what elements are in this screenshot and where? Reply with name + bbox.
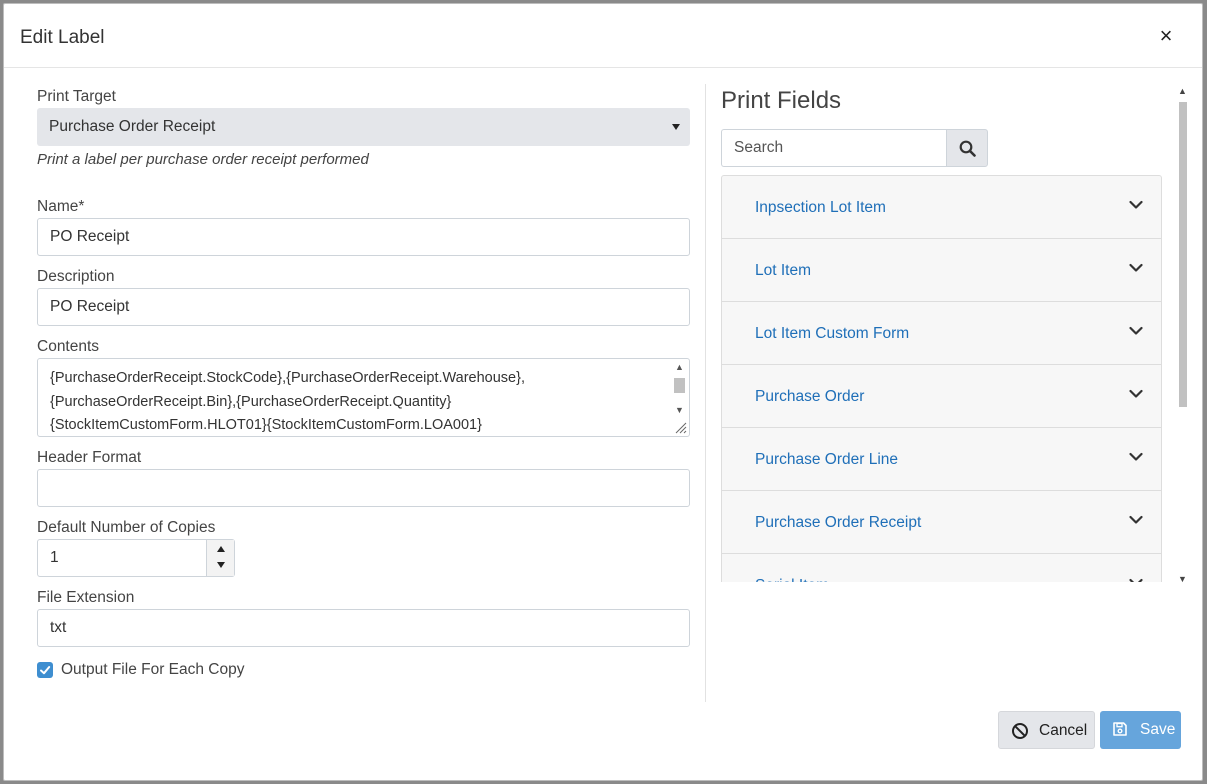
decrement-icon[interactable] — [217, 562, 225, 568]
scroll-up-icon[interactable]: ▲ — [674, 362, 685, 373]
description-label: Description — [37, 268, 115, 285]
contents-label: Contents — [37, 338, 100, 355]
contents-text: {PurchaseOrderReceipt.StockCode},{Purcha… — [50, 367, 667, 436]
print-target-select[interactable]: Purchase Order Receipt — [37, 108, 690, 146]
print-target-value: Purchase Order Receipt — [49, 118, 216, 135]
checkmark-icon — [40, 666, 51, 675]
scroll-thumb[interactable] — [674, 378, 685, 393]
header-format-input[interactable] — [37, 469, 690, 507]
print-field-group[interactable]: Inpsection Lot Item — [721, 175, 1162, 238]
scroll-up-icon[interactable]: ▲ — [1178, 86, 1187, 96]
copies-stepper[interactable]: 1 — [37, 539, 235, 577]
chevron-down-icon[interactable] — [1129, 452, 1143, 462]
print-field-group-label[interactable]: Purchase Order Receipt — [755, 514, 921, 532]
cancel-button[interactable]: Cancel — [998, 711, 1095, 749]
contents-scrollbar[interactable]: ▲ ▼ — [671, 360, 688, 422]
save-label: Save — [1140, 721, 1176, 738]
print-field-group[interactable]: Purchase Order — [721, 364, 1162, 427]
save-button[interactable]: Save — [1100, 711, 1181, 749]
contents-line: {PurchaseOrderReceipt.Bin},{PurchaseOrde… — [50, 393, 452, 410]
file-extension-label: File Extension — [37, 589, 135, 606]
print-fields-title: Print Fields — [721, 87, 842, 114]
cancel-label: Cancel — [1039, 722, 1088, 739]
chevron-down-icon[interactable] — [1129, 263, 1143, 273]
increment-icon[interactable] — [217, 546, 225, 552]
dialog-header: Edit Label × — [4, 4, 1202, 68]
print-field-group-label[interactable]: Lot Item Custom Form — [755, 325, 909, 343]
resize-handle-icon[interactable] — [675, 422, 687, 434]
file-extension-input[interactable] — [37, 609, 690, 647]
scroll-thumb[interactable] — [1179, 102, 1187, 407]
edit-label-dialog: Edit Label × Print Target Purchase Order… — [3, 3, 1203, 781]
print-fields-scrollbar[interactable]: ▲ ▼ — [1177, 86, 1189, 584]
scroll-down-icon[interactable]: ▼ — [1178, 574, 1187, 584]
contents-textarea[interactable]: {PurchaseOrderReceipt.StockCode},{Purcha… — [37, 358, 690, 437]
copies-value: 1 — [50, 549, 59, 566]
print-field-group[interactable]: Lot Item Custom Form — [721, 301, 1162, 364]
output-each-copy-checkbox[interactable] — [37, 662, 53, 678]
floppy-disk-icon — [1113, 722, 1127, 736]
print-field-group[interactable]: Purchase Order Receipt — [721, 490, 1162, 553]
column-divider — [705, 84, 706, 702]
search-button[interactable] — [946, 129, 988, 167]
chevron-down-icon[interactable] — [1129, 578, 1143, 582]
output-each-copy-label[interactable]: Output File For Each Copy — [61, 661, 245, 679]
scroll-down-icon[interactable]: ▼ — [674, 405, 685, 416]
chevron-down-icon[interactable] — [1129, 326, 1143, 336]
caret-down-icon — [672, 124, 680, 130]
chevron-down-icon[interactable] — [1129, 389, 1143, 399]
contents-line: {StockItemCustomForm.HLOT01}{StockItemCu… — [50, 417, 482, 433]
print-target-hint: Print a label per purchase order receipt… — [37, 151, 369, 168]
print-field-group-label[interactable]: Purchase Order Line — [755, 451, 898, 469]
print-target-label: Print Target — [37, 88, 116, 105]
stepper-buttons — [206, 540, 234, 576]
name-input[interactable] — [37, 218, 690, 256]
print-fields-search-input[interactable] — [721, 129, 947, 167]
description-input[interactable] — [37, 288, 690, 326]
print-field-group[interactable]: Lot Item — [721, 238, 1162, 301]
contents-line: {PurchaseOrderReceipt.StockCode},{Purcha… — [50, 370, 525, 386]
search-icon — [959, 140, 976, 157]
header-format-label: Header Format — [37, 449, 142, 466]
dialog-title: Edit Label — [20, 27, 105, 48]
chevron-down-icon[interactable] — [1129, 515, 1143, 525]
print-field-group[interactable]: Serial Item — [721, 553, 1162, 582]
chevron-down-icon[interactable] — [1129, 200, 1143, 210]
print-field-group[interactable]: Purchase Order Line — [721, 427, 1162, 490]
print-field-group-label[interactable]: Serial Item — [755, 577, 829, 582]
close-icon[interactable]: × — [1154, 24, 1178, 48]
print-fields-accordion: Inpsection Lot Item Lot Item Lot Item Cust… — [721, 175, 1162, 582]
ban-icon — [1012, 723, 1028, 739]
print-field-group-label[interactable]: Inpsection Lot Item — [755, 199, 886, 217]
name-label: Name* — [37, 198, 85, 215]
print-field-group-label[interactable]: Lot Item — [755, 262, 811, 280]
print-field-group-label[interactable]: Purchase Order — [755, 388, 864, 406]
default-copies-label: Default Number of Copies — [37, 519, 216, 536]
